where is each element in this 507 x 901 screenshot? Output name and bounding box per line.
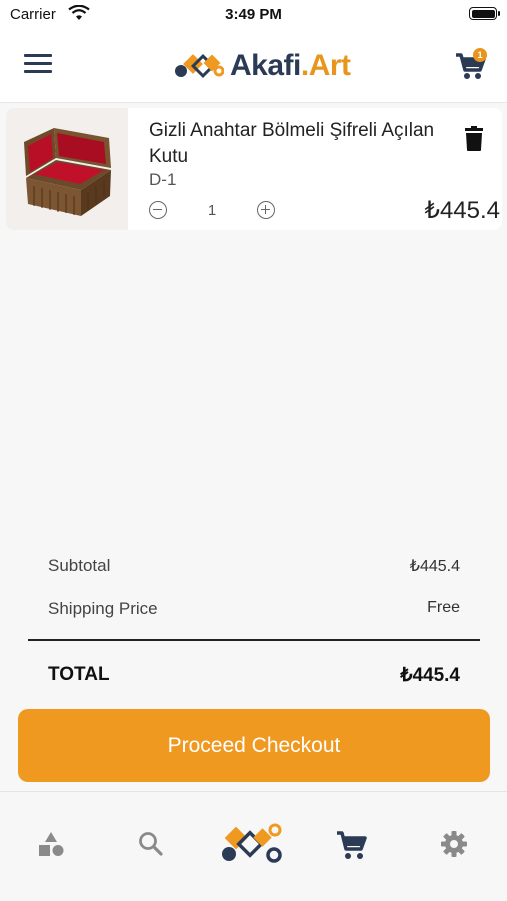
brand-logo[interactable]: Akafi.Art: [174, 48, 351, 84]
top-navbar: Akafi.Art 1: [0, 32, 507, 103]
subtotal-label: Subtotal: [48, 556, 111, 575]
quantity-stepper: 1: [149, 200, 275, 220]
battery-icon: [469, 7, 500, 20]
tab-search[interactable]: [135, 828, 167, 860]
total-value: ₺445.4: [400, 665, 460, 686]
summary-divider: [28, 639, 480, 641]
product-image[interactable]: [6, 108, 128, 230]
header-cart-button[interactable]: 1: [453, 48, 487, 82]
logo-text: Akafi.Art: [230, 49, 351, 82]
total-row: TOTAL ₺445.4: [48, 664, 460, 687]
cart-icon: [337, 831, 367, 859]
proceed-checkout-button[interactable]: Proceed Checkout: [18, 709, 490, 782]
shipping-value: Free: [427, 599, 460, 616]
decrease-quantity-icon[interactable]: [149, 201, 167, 219]
cart-count-badge: 1: [473, 48, 487, 62]
tab-settings[interactable]: [438, 828, 470, 860]
status-bar: Carrier 3:49 PM: [0, 0, 507, 32]
tab-categories[interactable]: [35, 828, 67, 860]
subtotal-row: Subtotal ₺445.4: [48, 556, 460, 576]
clock-time: 3:49 PM: [225, 6, 282, 23]
settings-icon: [441, 831, 467, 857]
home-logo-icon: [222, 823, 282, 863]
bottom-tab-bar: [0, 791, 507, 901]
product-variant: D-1: [149, 170, 177, 189]
search-icon: [139, 832, 163, 856]
categories-icon: [39, 832, 64, 856]
total-label: TOTAL: [48, 664, 110, 685]
shipping-label: Shipping Price: [48, 599, 158, 618]
shipping-row: Shipping Price Free: [48, 599, 460, 619]
delete-item-icon[interactable]: [462, 126, 486, 152]
tab-cart[interactable]: [335, 828, 367, 860]
subtotal-value: ₺445.4: [409, 558, 460, 575]
tab-home[interactable]: [220, 822, 284, 866]
quantity-value: 1: [207, 201, 217, 219]
product-name[interactable]: Gizli Anahtar Bölmeli Şifreli Açılan Kut…: [149, 118, 449, 170]
item-price: ₺445.4: [424, 197, 500, 224]
logo-mark-icon: [175, 53, 224, 79]
cart-item[interactable]: Gizli Anahtar Bölmeli Şifreli Açılan Kut…: [6, 108, 502, 230]
increase-quantity-icon[interactable]: [257, 201, 275, 219]
hamburger-menu-icon[interactable]: [24, 54, 52, 78]
